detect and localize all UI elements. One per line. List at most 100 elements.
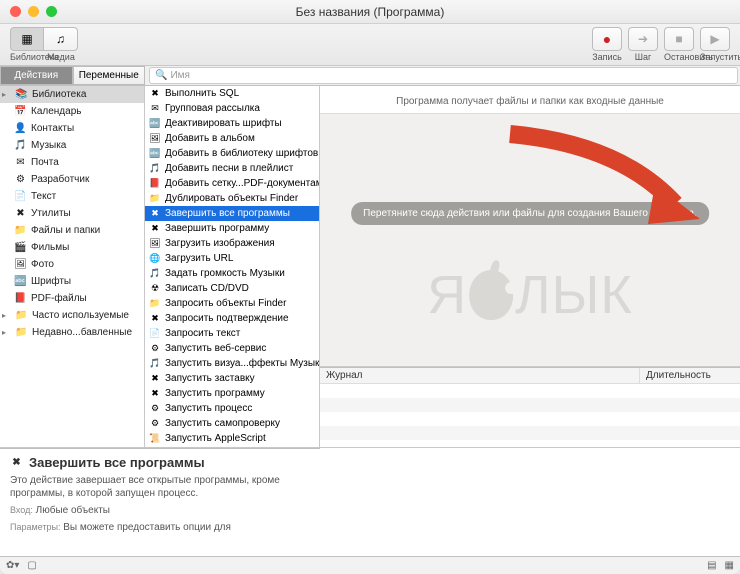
movies-item[interactable]: 🎬 Фильмы: [0, 239, 144, 256]
category-label: Фильмы: [31, 242, 69, 253]
action-item[interactable]: ✖Запустить заставку: [145, 371, 319, 386]
fonts-item[interactable]: 🔤Шрифты: [0, 273, 144, 290]
action-icon: ⚙: [148, 342, 162, 355]
app-window: Без названия (Программа) ▦♫ БиблиотекаМе…: [0, 0, 740, 574]
action-label: Запросить подтверждение: [165, 313, 289, 324]
action-item[interactable]: 📁Дублировать объекты Finder: [145, 191, 319, 206]
action-item[interactable]: ✖Завершить все программы: [145, 206, 319, 221]
action-item[interactable]: ✖Завершить программу: [145, 221, 319, 236]
action-item[interactable]: ⚙Запустить веб-сервис: [145, 341, 319, 356]
action-icon: 🎵: [148, 357, 162, 370]
action-icon: ✖: [10, 456, 23, 469]
action-item[interactable]: ✖Выполнить SQL: [145, 86, 319, 101]
category-icon: ✖: [14, 207, 27, 220]
record-button[interactable]: ●: [592, 27, 622, 51]
utilities-item[interactable]: ✖Утилиты: [0, 205, 144, 222]
view-mode-2-icon[interactable]: ▦: [725, 560, 734, 571]
action-item[interactable]: 🔤Деактивировать шрифты: [145, 116, 319, 131]
action-item[interactable]: 🌐Загрузить URL: [145, 251, 319, 266]
action-item[interactable]: ✖Запросить подтверждение: [145, 311, 319, 326]
action-label: Выполнить SQL: [165, 88, 239, 99]
library-root[interactable]: ▸📚Библиотека: [0, 86, 144, 103]
category-icon: 🎬: [14, 241, 27, 254]
action-item[interactable]: 🎵Запустить визуа...ффекты Музыки: [145, 356, 319, 371]
log-panel: Журнал Длительность: [320, 367, 740, 447]
music-item[interactable]: 🎵Музыка: [0, 137, 144, 154]
action-icon: 🖼: [148, 132, 162, 145]
action-label: Загрузить URL: [165, 253, 233, 264]
toggle-desc-icon[interactable]: ▢: [27, 560, 36, 571]
action-label: Групповая рассылка: [165, 103, 260, 114]
run-button[interactable]: ▶: [700, 27, 730, 51]
action-item[interactable]: 📜Запустить AppleScript: [145, 431, 319, 446]
action-label: Запустить веб-сервис: [165, 343, 266, 354]
action-item[interactable]: ✖Запустить программу: [145, 386, 319, 401]
workflow-canvas[interactable]: Перетяните сюда действия или файлы для с…: [320, 113, 740, 367]
actions-list[interactable]: ✖Выполнить SQL✉Групповая рассылка🔤Деакти…: [145, 86, 320, 447]
toolbar: ▦♫ БиблиотекаМедиа ●Запись➔Шаг■Остановит…: [0, 24, 740, 66]
view-mode-1-icon[interactable]: ▤: [707, 560, 716, 571]
step-button[interactable]: ➔: [628, 27, 658, 51]
media-view-button[interactable]: ♫: [44, 27, 78, 51]
action-icon: 📜: [148, 432, 162, 445]
category-label: Файлы и папки: [31, 225, 100, 236]
action-label: Завершить программу: [165, 223, 269, 234]
action-item[interactable]: 🔤Добавить в библиотеку шрифтов: [145, 146, 319, 161]
action-item[interactable]: 🖼Добавить в альбом: [145, 131, 319, 146]
category-icon: 📁: [14, 224, 27, 237]
action-item[interactable]: ☢Записать CD/DVD: [145, 281, 319, 296]
category-label: Музыка: [31, 140, 66, 151]
photos-item[interactable]: 🖼Фото: [0, 256, 144, 273]
action-icon: 🔤: [148, 117, 162, 130]
action-label: Добавить песни в плейлист: [165, 163, 293, 174]
category-label: Разработчик: [31, 174, 89, 185]
tab-variables[interactable]: Переменные: [73, 66, 146, 85]
tab-actions[interactable]: Действия: [0, 66, 73, 85]
action-label: Запустить самопроверку: [165, 418, 280, 429]
action-icon: ✖: [148, 387, 162, 400]
action-item[interactable]: ⚙Запустить самопроверку: [145, 416, 319, 431]
library-view-button[interactable]: ▦: [10, 27, 44, 51]
action-label: Добавить в альбом: [165, 133, 255, 144]
category-label: Библиотека: [32, 89, 86, 100]
action-icon: ☢: [148, 282, 162, 295]
category-label: Календарь: [31, 106, 81, 117]
log-col-duration[interactable]: Длительность: [640, 368, 740, 383]
action-icon: 📄: [148, 327, 162, 340]
action-item[interactable]: 📄Запросить текст: [145, 326, 319, 341]
log-col-journal[interactable]: Журнал: [320, 368, 640, 383]
calendar-item[interactable]: 📅Календарь: [0, 103, 144, 120]
workflow-input-hint[interactable]: Программа получает файлы и папки как вхо…: [320, 86, 740, 113]
action-item[interactable]: 📕Добавить сетку...PDF-документам: [145, 176, 319, 191]
action-item[interactable]: 📁Запросить объекты Finder: [145, 296, 319, 311]
action-item[interactable]: 🎵Задать громкость Музыки: [145, 266, 319, 281]
text-item[interactable]: 📄Текст: [0, 188, 144, 205]
action-label: Завершить все программы: [165, 208, 290, 219]
action-label: Запустить заставку: [165, 373, 255, 384]
recently-added-item[interactable]: ▸📁Недавно...бавленные: [0, 324, 144, 341]
action-icon: ✖: [148, 222, 162, 235]
action-icon: 📁: [148, 297, 162, 310]
action-item[interactable]: ⚙Запустить процесс: [145, 401, 319, 416]
stop-button[interactable]: ■: [664, 27, 694, 51]
action-item[interactable]: 🎵Добавить песни в плейлист: [145, 161, 319, 176]
library-tabbar: Действия Переменные 🔍 Имя: [0, 66, 740, 86]
most-used-item[interactable]: ▸📁Часто используемые: [0, 307, 144, 324]
pdf-item[interactable]: 📕PDF-файлы: [0, 290, 144, 307]
search-input[interactable]: 🔍 Имя: [149, 67, 738, 84]
log-rows: [320, 384, 740, 447]
action-icon: 🎵: [148, 267, 162, 280]
action-item[interactable]: 🖼Загрузить изображения: [145, 236, 319, 251]
action-icon: ✖: [148, 372, 162, 385]
developer-item[interactable]: ⚙ Разработчик: [0, 171, 144, 188]
desc-title: Завершить все программы: [29, 455, 205, 470]
category-icon: ⚙: [14, 173, 27, 186]
category-label: Шрифты: [31, 276, 71, 287]
files-folders-item[interactable]: 📁 Файлы и папки: [0, 222, 144, 239]
gear-icon[interactable]: ✿▾: [6, 560, 19, 571]
mail-item[interactable]: ✉Почта: [0, 154, 144, 171]
contacts-item[interactable]: 👤Контакты: [0, 120, 144, 137]
action-item[interactable]: ✉Групповая рассылка: [145, 101, 319, 116]
action-icon: 📁: [148, 192, 162, 205]
footer-bar: ✿▾ ▢ ▤ ▦: [0, 556, 740, 574]
